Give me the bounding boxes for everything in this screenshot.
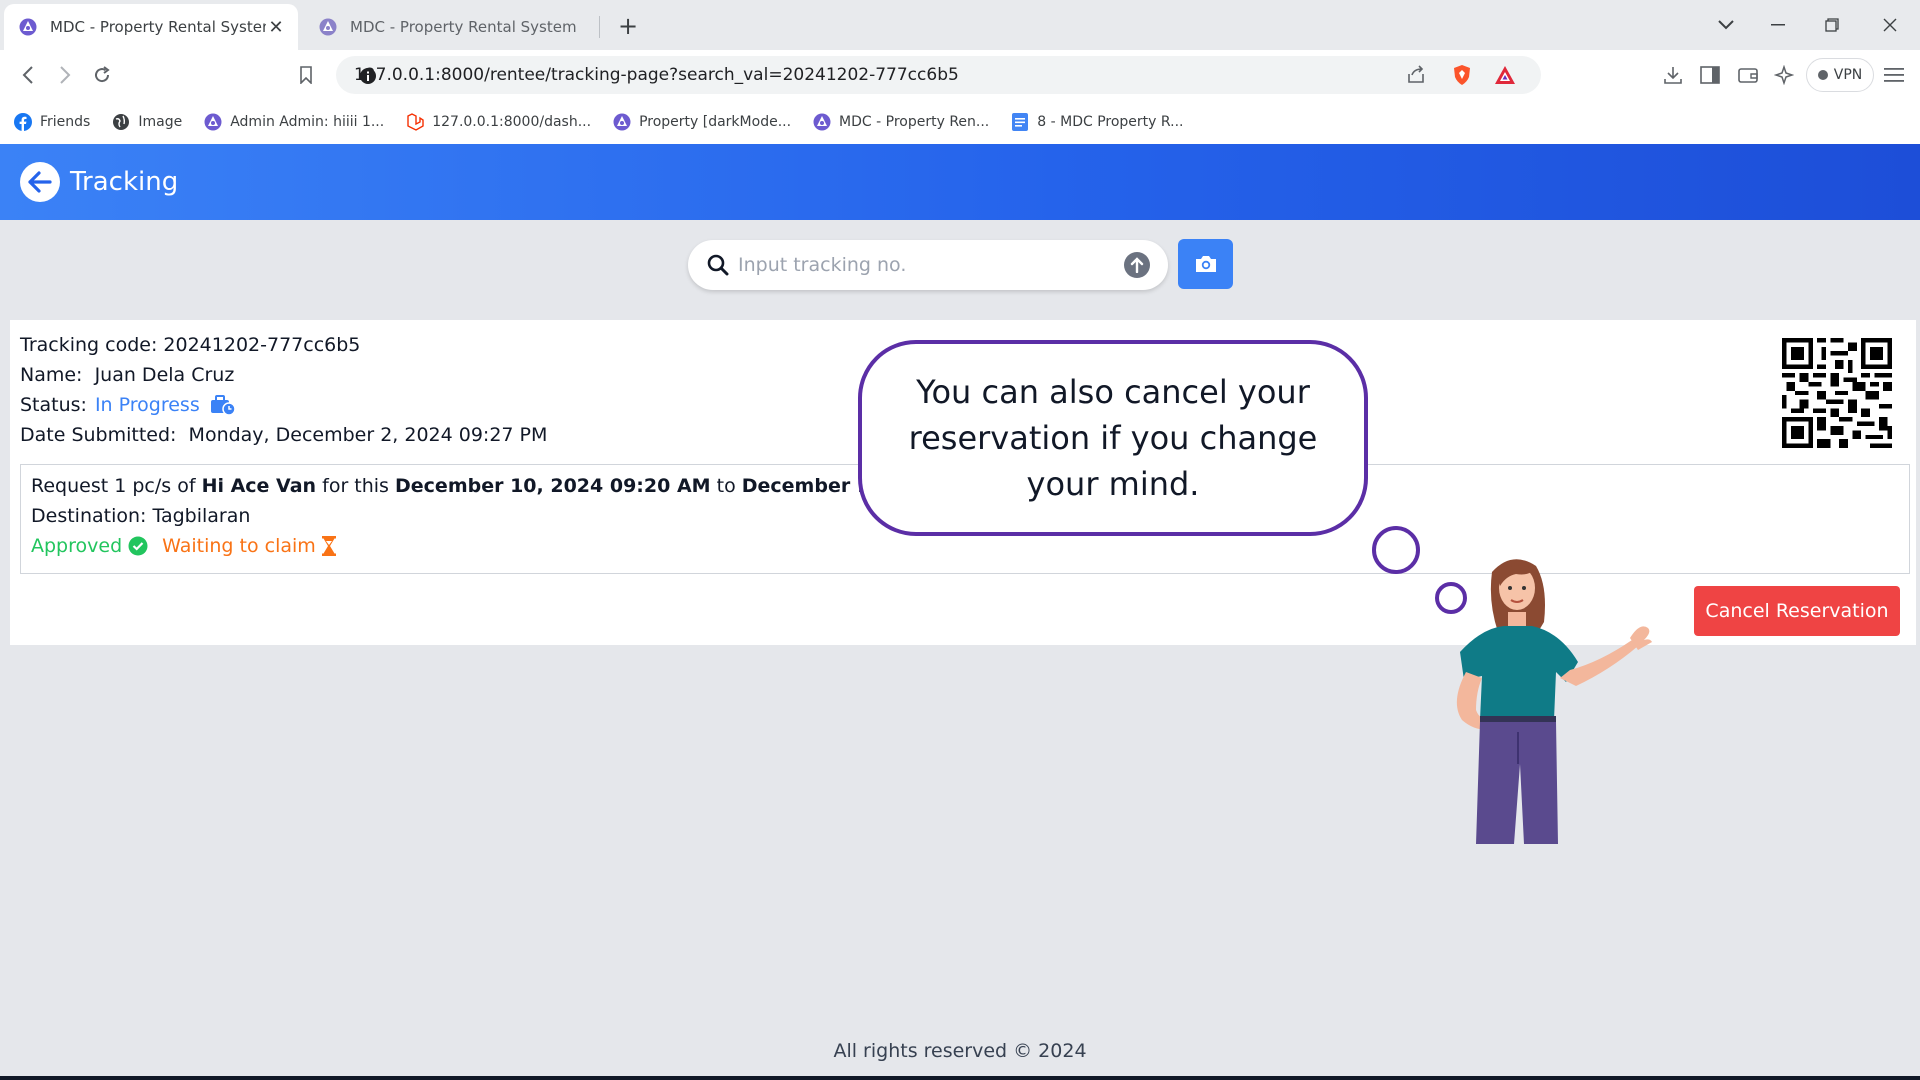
thought-bubble-dot [1372, 526, 1420, 574]
approved-badge: Approved [31, 535, 123, 557]
tutorial-text: You can also cancel your reservation if … [908, 373, 1318, 503]
docs-icon [1011, 113, 1029, 131]
reload-icon[interactable] [87, 60, 117, 90]
minimize-button[interactable] [1752, 0, 1804, 50]
app-header: Tracking [0, 144, 1920, 220]
tracking-code-label: Tracking code: [20, 334, 158, 356]
tab-search-icon[interactable] [1700, 0, 1752, 50]
destination-label: Destination: [31, 505, 147, 527]
back-button[interactable] [20, 162, 60, 202]
tab-title: MDC - Property Rental System [50, 18, 266, 36]
tracking-info: Tracking code: 20241202-777cc6b5 Name: J… [20, 330, 547, 450]
url-text: 127.0.0.1:8000/rentee/tracking-page?sear… [354, 65, 959, 85]
scan-qr-button[interactable] [1178, 239, 1233, 289]
search-icon [706, 253, 730, 277]
request-mid-text: for this [322, 475, 389, 497]
bookmark-label: MDC - Property Ren... [839, 114, 990, 130]
request-prefix: Request 1 pc/s of [31, 475, 196, 497]
brave-shield-icon[interactable] [1450, 63, 1474, 87]
brave-rewards-icon[interactable] [1493, 63, 1517, 87]
browser-tab-strip: MDC - Property Rental System ✕ MDC - Pro… [0, 0, 1920, 50]
date-value: Monday, December 2, 2024 09:27 PM [188, 424, 548, 446]
request-item-name: Hi Ace Van [201, 475, 317, 497]
site-info-icon[interactable] [358, 66, 378, 86]
restore-button[interactable] [1806, 0, 1858, 50]
close-tab-icon[interactable]: ✕ [266, 17, 286, 38]
vpn-label: VPN [1833, 67, 1863, 83]
waiting-badge: Waiting to claim [162, 535, 316, 557]
wallet-icon[interactable] [1736, 63, 1760, 87]
request-to-word: to [716, 475, 736, 497]
vpn-button[interactable]: VPN [1806, 58, 1874, 92]
footer-text: All rights reserved © 2024 [833, 1040, 1087, 1062]
destination-value: Tagbilaran [152, 505, 251, 527]
tab-title: MDC - Property Rental System [350, 18, 577, 36]
briefcase-clock-icon [210, 394, 236, 416]
request-start-date: December 10, 2024 09:20 AM [395, 475, 711, 497]
app-logo-icon [613, 113, 631, 131]
share-icon[interactable] [1404, 63, 1428, 87]
bookmark-item[interactable]: Friends [14, 113, 90, 131]
vpn-status-icon [1817, 70, 1828, 80]
hourglass-icon [321, 536, 336, 556]
status-value: In Progress [94, 394, 200, 416]
bookmark-item[interactable]: Admin Admin: hiiii 1... [204, 113, 384, 131]
tracking-search-bar [688, 240, 1168, 290]
forward-nav-icon[interactable] [50, 60, 80, 90]
app-logo-icon [18, 17, 38, 37]
facebook-icon [14, 113, 32, 131]
globe-icon [112, 113, 130, 131]
bookmark-label: 127.0.0.1:8000/dash... [432, 114, 592, 130]
taskbar-edge [0, 1076, 1920, 1080]
menu-icon[interactable] [1882, 63, 1906, 87]
bookmark-item[interactable]: Property [darkMode... [613, 113, 791, 131]
bookmark-item[interactable]: 8 - MDC Property R... [1011, 113, 1183, 131]
address-bar[interactable]: 127.0.0.1:8000/rentee/tracking-page?sear… [336, 56, 1541, 94]
name-label: Name: [20, 364, 83, 386]
back-nav-icon[interactable] [13, 60, 43, 90]
name-value: Juan Dela Cruz [94, 364, 235, 386]
new-tab-button[interactable]: + [612, 10, 644, 42]
camera-icon [1195, 256, 1216, 272]
status-label: Status: [20, 394, 87, 416]
tracking-number-input[interactable] [736, 253, 1106, 277]
app-logo-icon [813, 113, 831, 131]
tab-divider [599, 16, 600, 38]
browser-tab[interactable]: MDC - Property Rental System [304, 4, 598, 50]
bookmark-item[interactable]: Image [112, 113, 182, 131]
sidebar-icon[interactable] [1698, 63, 1722, 87]
laravel-icon [406, 113, 424, 131]
date-label: Date Submitted: [20, 424, 177, 446]
tracking-code-value: 20241202-777cc6b5 [163, 334, 361, 356]
browser-tab-active[interactable]: MDC - Property Rental System ✕ [4, 4, 298, 50]
download-icon[interactable] [1661, 63, 1685, 87]
app-logo-icon [204, 113, 222, 131]
check-circle-icon [128, 536, 148, 556]
leo-ai-icon[interactable] [1772, 63, 1796, 87]
tutorial-speech-bubble: You can also cancel your reservation if … [858, 340, 1368, 536]
qr-code-icon [1782, 338, 1892, 448]
bookmark-label: Property [darkMode... [639, 114, 792, 130]
bookmark-item[interactable]: 127.0.0.1:8000/dash... [406, 113, 591, 131]
bookmark-label: Admin Admin: hiiii 1... [230, 114, 385, 130]
app-logo-icon [318, 17, 338, 37]
bookmark-item[interactable]: MDC - Property Ren... [813, 113, 989, 131]
bookmark-label: Image [138, 114, 183, 130]
cancel-reservation-button[interactable]: Cancel Reservation [1694, 586, 1900, 636]
bookmark-label: Friends [40, 114, 91, 130]
guide-character-illustration [1456, 559, 1652, 844]
bookmarks-bar: Friends Image Admin Admin: hiiii 1... 12… [0, 100, 1920, 144]
close-window-button[interactable] [1864, 0, 1916, 50]
browser-toolbar: 127.0.0.1:8000/rentee/tracking-page?sear… [0, 50, 1920, 100]
bookmark-icon[interactable] [291, 60, 321, 90]
arrow-left-icon [28, 171, 52, 193]
page-title: Tracking [70, 167, 179, 197]
submit-search-icon[interactable] [1124, 252, 1150, 278]
bookmark-label: 8 - MDC Property R... [1037, 114, 1184, 130]
